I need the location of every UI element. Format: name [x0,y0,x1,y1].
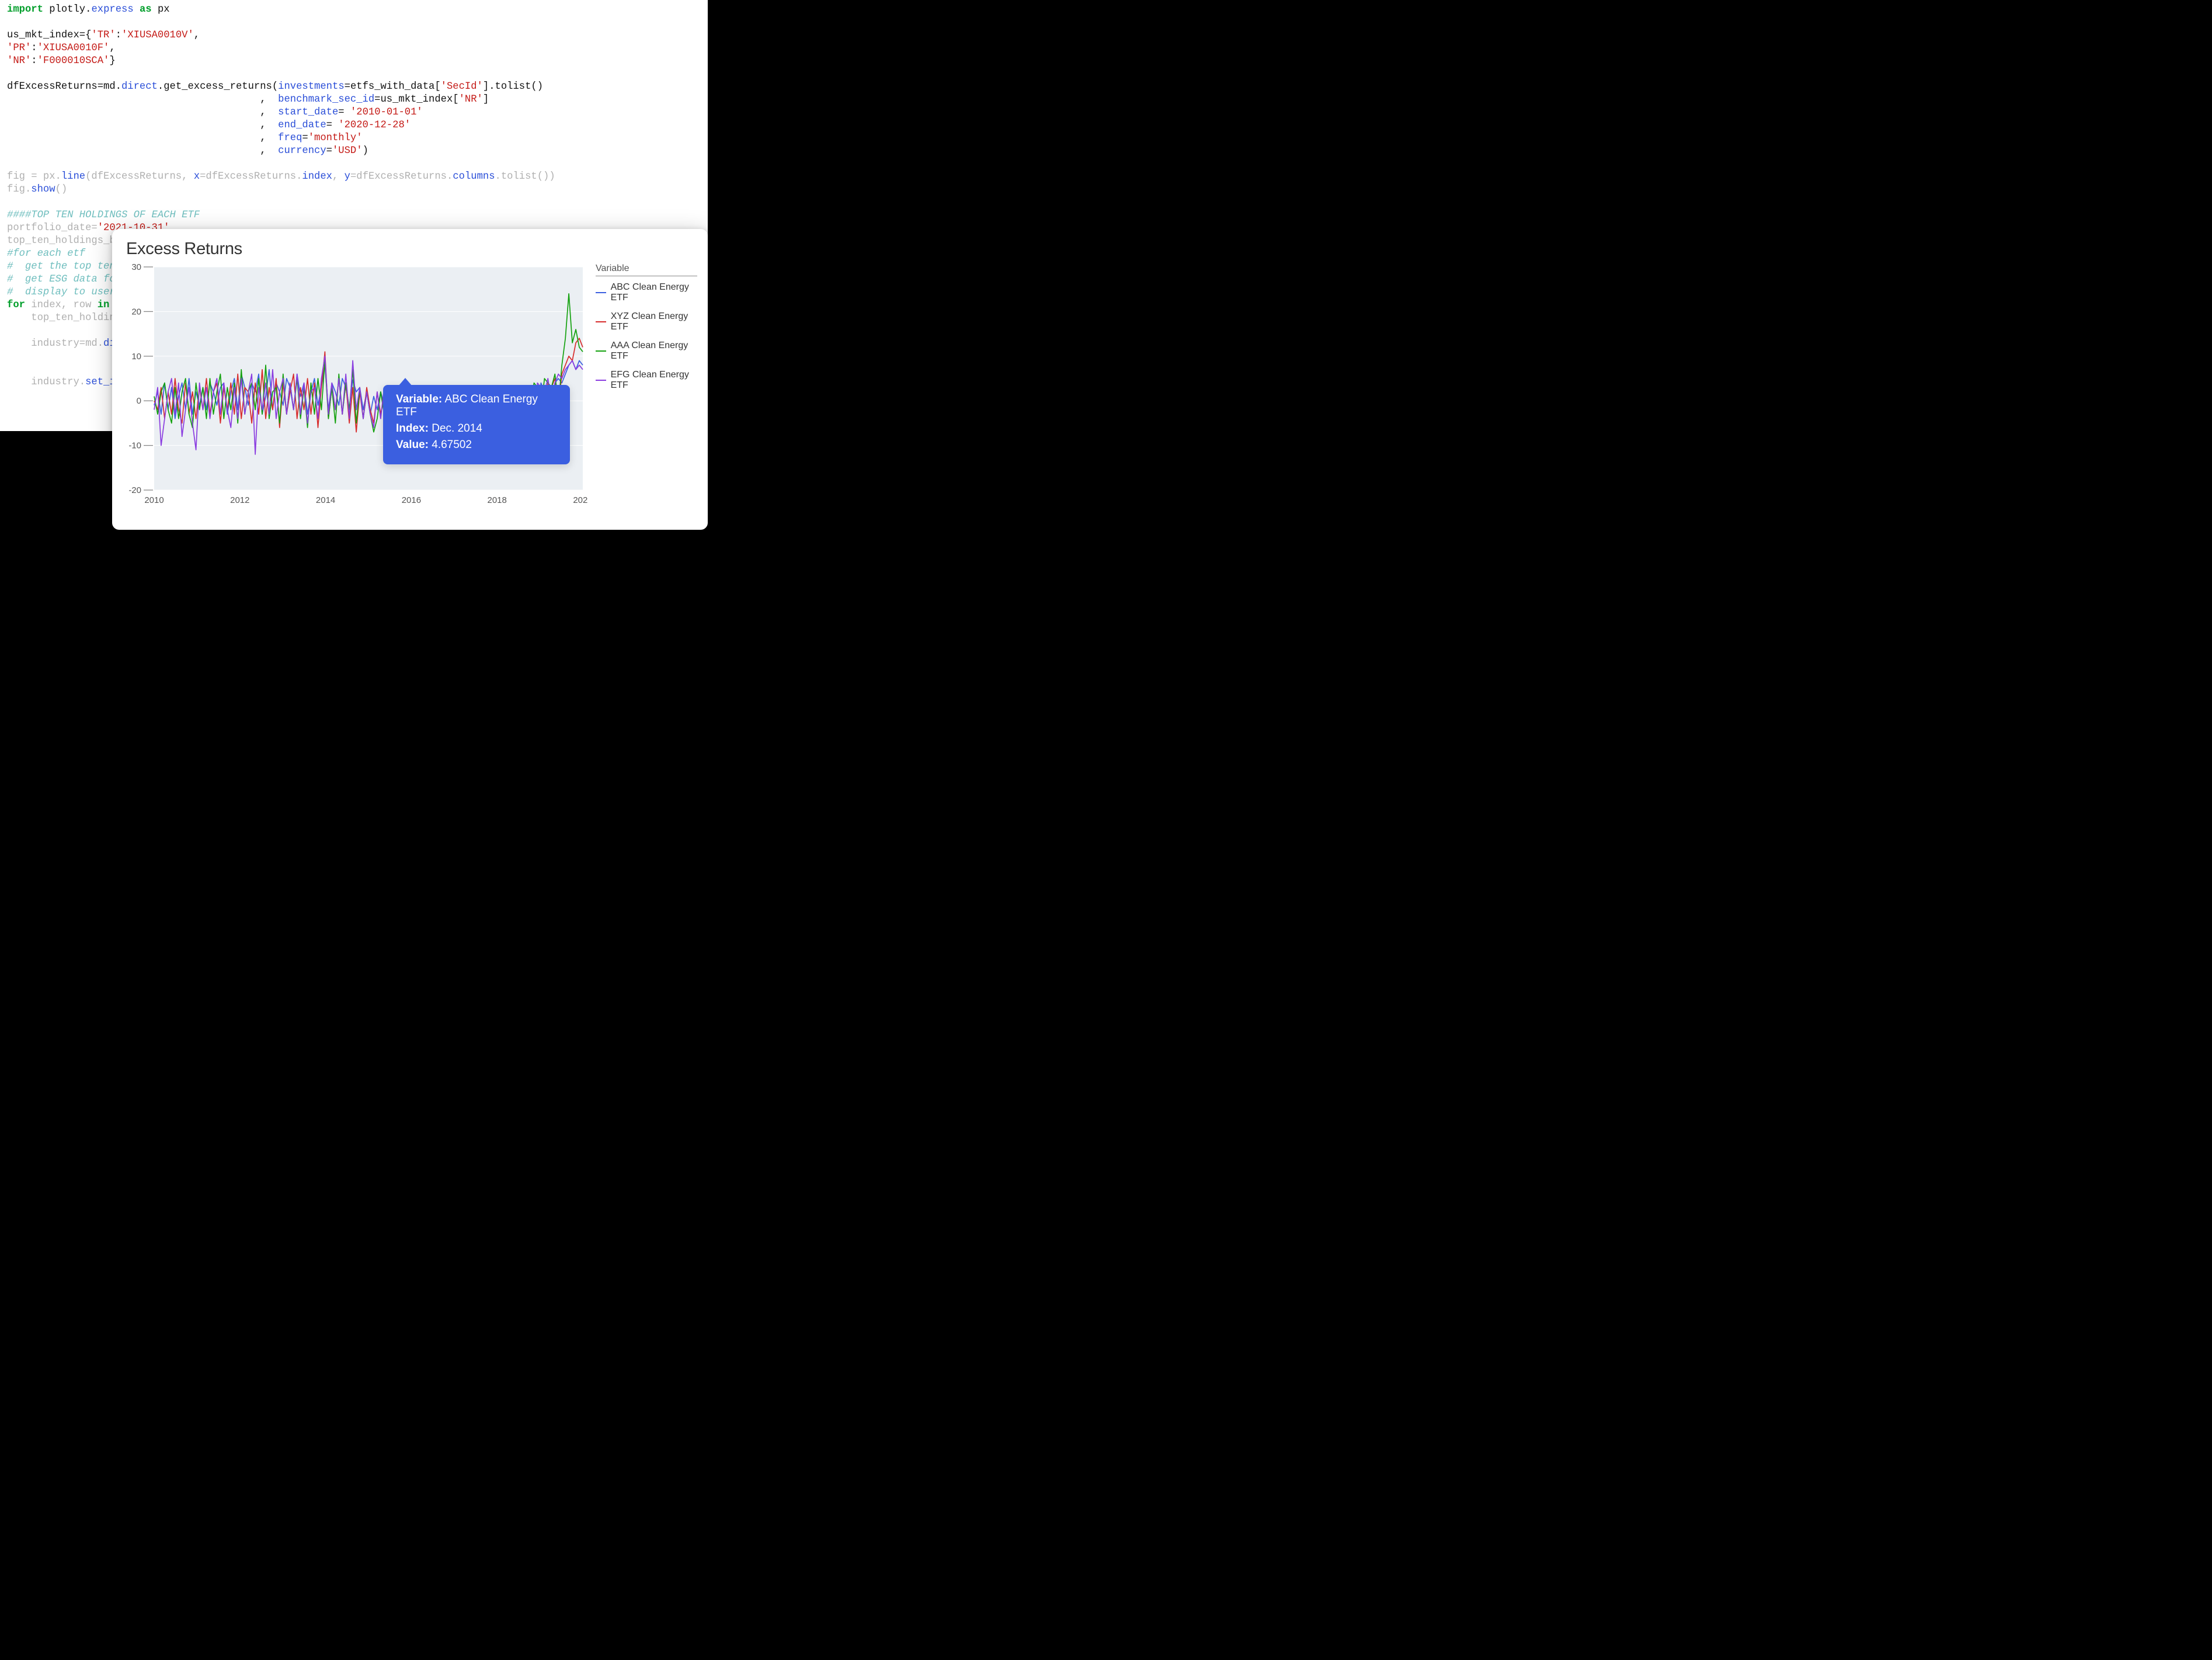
chart-tooltip: Variable: ABC Clean Energy ETF Index: De… [383,385,570,464]
legend-label: XYZ Clean Energy ETF [611,311,697,332]
chart-card: Excess Returns 3020100-10-20201020122014… [112,229,708,530]
legend-swatch [596,292,606,294]
chart-title: Excess Returns [126,239,697,259]
svg-text:2018: 2018 [488,495,507,505]
legend-label: ABC Clean Energy ETF [611,282,697,303]
legend-swatch [596,321,606,323]
legend-title: Variable [596,263,697,274]
svg-text:10: 10 [131,352,141,362]
svg-text:2020: 2020 [573,495,587,505]
legend-swatch [596,380,606,381]
legend-label: EFG Clean Energy ETF [611,370,697,391]
svg-text:2010: 2010 [144,495,164,505]
svg-text:2014: 2014 [316,495,335,505]
chart-plot-area[interactable]: 3020100-10-20201020122014201620182020 Va… [126,262,587,508]
legend-item[interactable]: XYZ Clean Energy ETF [596,311,697,332]
legend-swatch [596,350,606,352]
svg-text:0: 0 [137,396,141,406]
legend-item[interactable]: ABC Clean Energy ETF [596,282,697,303]
svg-text:20: 20 [131,307,141,317]
legend-item[interactable]: AAA Clean Energy ETF [596,341,697,362]
svg-text:-10: -10 [128,441,141,451]
legend-label: AAA Clean Energy ETF [611,341,697,362]
keyword-import: import [7,4,43,15]
svg-text:-20: -20 [128,485,141,495]
svg-text:2016: 2016 [402,495,421,505]
chart-legend: Variable ABC Clean Energy ETF XYZ Clean E… [587,262,697,519]
legend-item[interactable]: EFG Clean Energy ETF [596,370,697,391]
svg-text:2012: 2012 [230,495,249,505]
svg-text:30: 30 [131,262,141,272]
